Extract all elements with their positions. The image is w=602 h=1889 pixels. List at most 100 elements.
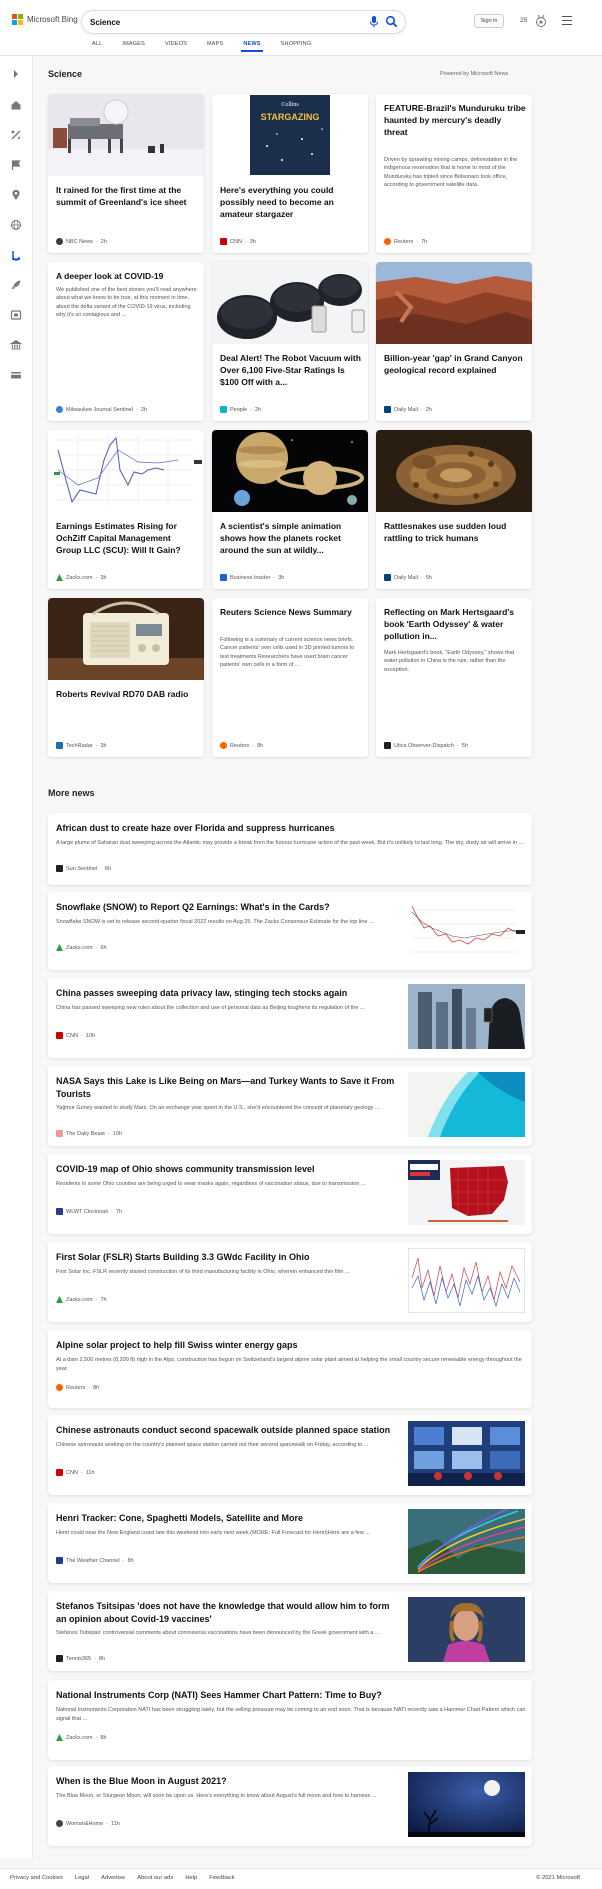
- news-list-item[interactable]: NASA Says this Lake is Like Being on Mar…: [48, 1066, 532, 1146]
- news-card[interactable]: Rattlesnakes use sudden loud rattling to…: [376, 430, 532, 589]
- card-title[interactable]: Rattlesnakes use sudden loud rattling to…: [384, 520, 526, 544]
- news-item-title[interactable]: When is the Blue Moon in August 2021?: [56, 1775, 401, 1788]
- card-title[interactable]: Reflecting on Mark Hertsgaard's book 'Ea…: [384, 606, 526, 642]
- tab-news[interactable]: NEWS: [233, 40, 270, 56]
- news-card[interactable]: Billion-year 'gap' in Grand Canyon geolo…: [376, 262, 532, 421]
- search-input[interactable]: [90, 14, 360, 30]
- card-title[interactable]: Roberts Revival RD70 DAB radio: [56, 688, 198, 700]
- sign-in-button[interactable]: Sign in: [474, 14, 504, 28]
- news-thumbnail-ohio-map: [408, 1160, 525, 1225]
- news-thumbnail-control-room: [408, 1421, 525, 1486]
- news-card[interactable]: Collins STARGAZING Here's everything you…: [212, 94, 368, 253]
- card-title[interactable]: Reuters Science News Summary: [220, 606, 362, 618]
- news-list-item[interactable]: Alpine solar project to help fill Swiss …: [48, 1330, 532, 1408]
- footer-link-help[interactable]: Help: [185, 1875, 197, 1881]
- tab-videos[interactable]: VIDEOS: [155, 40, 197, 56]
- card-image-greenland-station: [48, 94, 204, 176]
- news-list-item[interactable]: First Solar (FSLR) Starts Building 3.3 G…: [48, 1242, 532, 1322]
- news-card[interactable]: Earnings Estimates Rising for OchZiff Ca…: [48, 430, 204, 589]
- copyright: © 2021 Microsoft: [536, 1875, 580, 1881]
- news-item-title[interactable]: Stefanos Tsitsipas 'does not have the kn…: [56, 1600, 401, 1626]
- menu-icon[interactable]: [562, 16, 572, 25]
- search-tabs: ALL IMAGES VIDEOS MAPS NEWS SHOPPING: [82, 40, 321, 56]
- svg-text:Collins: Collins: [281, 102, 299, 108]
- news-item-title[interactable]: Snowflake (SNOW) to Report Q2 Earnings: …: [56, 901, 401, 914]
- rocket-icon[interactable]: [10, 279, 22, 291]
- government-icon[interactable]: [10, 339, 22, 351]
- card-source: Milwaukee Journal Sentinel · 2h: [56, 406, 147, 413]
- news-card[interactable]: A deeper look at COVID-19 We published o…: [48, 262, 204, 421]
- flag-icon[interactable]: [10, 159, 22, 171]
- tools-icon[interactable]: [10, 129, 22, 141]
- news-item-title[interactable]: COVID-19 map of Ohio shows community tra…: [56, 1163, 401, 1176]
- news-card[interactable]: A scientist's simple animation shows how…: [212, 430, 368, 589]
- news-list-item[interactable]: Chinese astronauts conduct second spacew…: [48, 1415, 532, 1495]
- footer-link-about-ads[interactable]: About our ads: [137, 1875, 173, 1881]
- woman-and-home-logo-icon: [56, 1820, 63, 1827]
- news-item-title[interactable]: African dust to create haze over Florida…: [56, 822, 516, 835]
- news-card[interactable]: FEATURE-Brazil's Munduruku tribe haunted…: [376, 94, 532, 253]
- news-item-title[interactable]: First Solar (FSLR) Starts Building 3.3 G…: [56, 1251, 401, 1264]
- globe-icon[interactable]: [10, 219, 22, 231]
- cnn-logo-icon: [56, 1032, 63, 1039]
- news-item-title[interactable]: National Instruments Corp (NATI) Sees Ha…: [56, 1689, 516, 1702]
- news-card[interactable]: Deal Alert! The Robot Vacuum with Over 6…: [212, 262, 368, 421]
- reward-points[interactable]: 25: [520, 14, 527, 28]
- tab-maps[interactable]: MAPS: [197, 40, 233, 56]
- card-image-stock-chart: [48, 430, 204, 512]
- news-item-title[interactable]: China passes sweeping data privacy law, …: [56, 987, 401, 1000]
- rewards-medal-icon[interactable]: [534, 14, 548, 28]
- footer-link-legal[interactable]: Legal: [75, 1875, 89, 1881]
- news-list-item[interactable]: Henri Tracker: Cone, Spaghetti Models, S…: [48, 1503, 532, 1583]
- news-list-item[interactable]: COVID-19 map of Ohio shows community tra…: [48, 1154, 532, 1234]
- weather-channel-logo-icon: [56, 1557, 63, 1564]
- science-icon[interactable]: [10, 249, 22, 261]
- search-icon[interactable]: [385, 15, 398, 28]
- news-list-item[interactable]: China passes sweeping data privacy law, …: [48, 978, 532, 1058]
- news-list-item[interactable]: National Instruments Corp (NATI) Sees Ha…: [48, 1680, 532, 1760]
- news-list-item[interactable]: African dust to create haze over Florida…: [48, 813, 532, 885]
- card-title[interactable]: Here's everything you could possibly nee…: [220, 184, 362, 220]
- bing-logo[interactable]: Microsoft Bing: [12, 14, 78, 25]
- journal-sentinel-logo-icon: [56, 406, 63, 413]
- tab-shopping[interactable]: SHOPPING: [271, 40, 322, 56]
- card-title[interactable]: Earnings Estimates Rising for OchZiff Ca…: [56, 520, 198, 556]
- microphone-icon[interactable]: [368, 15, 380, 29]
- search-box[interactable]: [82, 11, 405, 33]
- reuters-logo-icon: [56, 1384, 63, 1391]
- news-card[interactable]: It rained for the first time at the summ…: [48, 94, 204, 253]
- news-list-item[interactable]: Stefanos Tsitsipas 'does not have the kn…: [48, 1591, 532, 1671]
- sun-sentinel-logo-icon: [56, 865, 63, 872]
- card-source: TechRadar · 3h: [56, 742, 107, 749]
- footer-link-advertise[interactable]: Advertise: [101, 1875, 125, 1881]
- news-list-item[interactable]: When is the Blue Moon in August 2021? Th…: [48, 1766, 532, 1846]
- news-card[interactable]: Reuters Science News Summary Following i…: [212, 598, 368, 757]
- news-card[interactable]: Roberts Revival RD70 DAB radio TechRadar…: [48, 598, 204, 757]
- news-item-title[interactable]: Alpine solar project to help fill Swiss …: [56, 1339, 516, 1352]
- card-title[interactable]: It rained for the first time at the summ…: [56, 184, 198, 208]
- card-title[interactable]: Deal Alert! The Robot Vacuum with Over 6…: [220, 352, 362, 388]
- news-item-title[interactable]: NASA Says this Lake is Like Being on Mar…: [56, 1075, 401, 1101]
- news-card[interactable]: Reflecting on Mark Hertsgaard's book 'Ea…: [376, 598, 532, 757]
- card-title[interactable]: FEATURE-Brazil's Munduruku tribe haunted…: [384, 102, 526, 138]
- news-item-title[interactable]: Chinese astronauts conduct second spacew…: [56, 1424, 401, 1437]
- location-icon[interactable]: [10, 189, 22, 201]
- card-title[interactable]: A scientist's simple animation shows how…: [220, 520, 362, 556]
- tab-images[interactable]: IMAGES: [112, 40, 155, 56]
- card-title[interactable]: A deeper look at COVID-19: [56, 270, 198, 282]
- home-icon[interactable]: [10, 99, 22, 111]
- chevron-right-icon[interactable]: [10, 68, 22, 80]
- news-list-item[interactable]: Snowflake (SNOW) to Report Q2 Earnings: …: [48, 892, 532, 970]
- news-item-snippet: Henri could near the New England coast l…: [56, 1530, 370, 1536]
- news-item-title[interactable]: Henri Tracker: Cone, Spaghetti Models, S…: [56, 1512, 401, 1525]
- news-item-source: WLWT Cincinnati · 7h: [56, 1208, 122, 1215]
- news-item-source: Zacks.com · 6h: [56, 944, 107, 951]
- footer-link-feedback[interactable]: Feedback: [209, 1875, 234, 1881]
- news-item-snippet: At a dam 2,500 metres (8,200 ft) high in…: [56, 1357, 522, 1372]
- tab-all[interactable]: ALL: [82, 40, 112, 56]
- money-icon[interactable]: [10, 369, 22, 381]
- footer-link-privacy[interactable]: Privacy and Cookies: [10, 1875, 63, 1881]
- card-title[interactable]: Billion-year 'gap' in Grand Canyon geolo…: [384, 352, 526, 376]
- section-title-science: Science: [48, 69, 83, 79]
- entertainment-icon[interactable]: [10, 309, 22, 321]
